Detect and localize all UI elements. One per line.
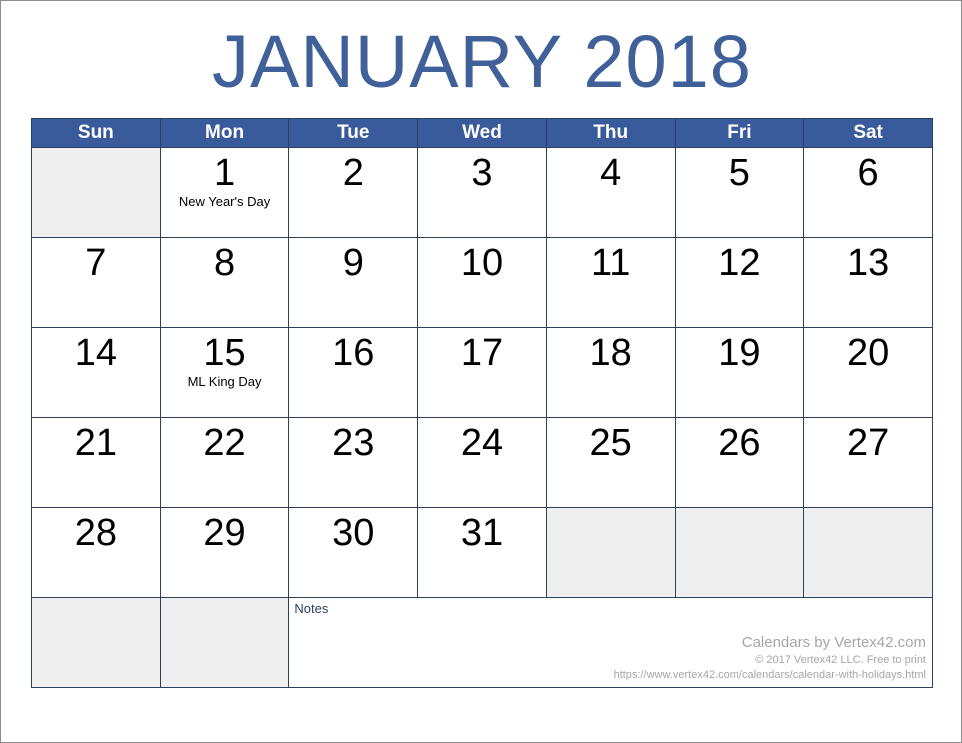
day-cell[interactable]: 4 [545,147,676,238]
day-cell[interactable]: 15 ML King Day [159,327,290,418]
week-row: 28 29 30 31 [31,507,933,598]
day-number: 22 [203,422,246,464]
day-cell[interactable]: 30 [288,507,419,598]
day-cell[interactable]: 8 [159,237,290,328]
day-cell[interactable]: 17 [417,327,547,418]
day-cell[interactable]: 5 [674,147,805,238]
weekday-header-sun: Sun [31,118,161,148]
credit-block: Calendars by Vertex42.com © 2017 Vertex4… [614,633,926,683]
day-cell[interactable]: 24 [417,417,547,508]
credit-url: https://www.vertex42.com/calendars/calen… [613,669,926,681]
week-row: 1 New Year's Day 2 3 4 5 6 [31,147,933,238]
day-number: 3 [471,152,493,194]
weekday-header-mon: Mon [159,118,290,148]
day-number [547,508,675,511]
footer-row: Notes Calendars by Vertex42.com © 2017 V… [31,597,933,688]
day-number: 1 [213,152,236,194]
week-row: 21 22 23 24 25 26 27 [31,417,933,508]
day-number: 23 [332,422,375,464]
calendar-page: JANUARY 2018 Sun Mon Tue Wed Thu Fri Sat… [0,0,962,743]
day-cell[interactable]: 7 [31,237,161,328]
day-holiday: ML King Day [187,374,262,389]
day-cell[interactable]: 2 [288,147,419,238]
day-number: 21 [74,422,117,464]
day-cell[interactable]: 9 [288,237,419,328]
page-title: JANUARY 2018 [212,20,752,103]
day-number: 5 [728,152,750,194]
notes-label: Notes [294,601,329,616]
footer-blank-cell [31,597,161,688]
credit-copyright: © 2017 Vertex42 LLC. Free to print [755,654,926,666]
day-cell[interactable]: 25 [545,417,676,508]
calendar-header-row: Sun Mon Tue Wed Thu Fri Sat [31,118,933,148]
day-number: 7 [85,242,107,284]
day-number: 20 [846,332,890,374]
day-holiday: New Year's Day [178,194,271,209]
day-cell[interactable]: 31 [417,507,547,598]
day-number: 16 [332,332,375,374]
day-cell[interactable] [545,507,676,598]
weekday-header-sat: Sat [803,118,933,148]
day-number: 8 [213,242,236,284]
day-number: 25 [589,422,632,464]
credit-main: Calendars by Vertex42.com [741,634,926,651]
day-cell[interactable]: 16 [288,327,419,418]
day-cell[interactable]: 21 [31,417,161,508]
day-cell[interactable]: 14 [31,327,161,418]
day-cell[interactable] [803,507,933,598]
day-cell[interactable]: 12 [674,237,805,328]
day-number: 6 [857,152,879,194]
weekday-header-thu: Thu [545,118,676,148]
day-number: 31 [460,512,504,554]
day-cell[interactable]: 22 [159,417,290,508]
day-number: 13 [846,242,890,284]
footer-blank-cell [159,597,290,688]
day-number: 17 [460,332,504,374]
week-row: 14 15 ML King Day 16 17 18 19 20 [31,327,933,418]
day-cell[interactable]: 13 [803,237,933,328]
weekday-header-tue: Tue [288,118,419,148]
day-number: 28 [74,512,117,554]
notes-cell[interactable]: Notes Calendars by Vertex42.com © 2017 V… [288,597,933,688]
day-number: 12 [718,242,761,284]
day-number: 18 [589,332,632,374]
day-cell[interactable]: 29 [159,507,290,598]
day-cell[interactable]: 20 [803,327,933,418]
day-number: 15 [203,332,246,374]
day-number: 9 [342,242,364,284]
day-cell[interactable]: 23 [288,417,419,508]
day-cell[interactable]: 18 [545,327,676,418]
calendar-grid: Sun Mon Tue Wed Thu Fri Sat 1 New Year's… [31,118,933,688]
day-number: 27 [846,422,890,464]
day-cell[interactable]: 1 New Year's Day [159,147,290,238]
week-row: 7 8 9 10 11 12 13 [31,237,933,328]
day-number: 26 [718,422,761,464]
day-number: 4 [600,152,622,194]
day-cell[interactable]: 10 [417,237,547,328]
day-number: 29 [203,512,246,554]
day-number: 19 [718,332,761,374]
day-cell[interactable]: 6 [803,147,933,238]
day-number [804,508,932,511]
day-number: 11 [590,242,631,284]
day-number: 30 [332,512,375,554]
day-cell[interactable]: 19 [674,327,805,418]
day-number: 2 [342,152,364,194]
day-number: 24 [460,422,504,464]
day-cell[interactable]: 11 [545,237,676,328]
day-cell[interactable]: 3 [417,147,547,238]
calendar-body: 1 New Year's Day 2 3 4 5 6 7 8 9 10 11 1… [31,147,933,688]
day-cell[interactable]: 28 [31,507,161,598]
day-number [32,148,160,151]
day-number: 10 [460,242,504,284]
day-cell[interactable] [674,507,805,598]
weekday-header-fri: Fri [674,118,805,148]
weekday-header-wed: Wed [417,118,547,148]
day-number: 14 [74,332,117,374]
day-number [676,508,804,511]
day-cell[interactable]: 26 [674,417,805,508]
day-cell[interactable]: 27 [803,417,933,508]
day-cell[interactable] [31,147,161,238]
